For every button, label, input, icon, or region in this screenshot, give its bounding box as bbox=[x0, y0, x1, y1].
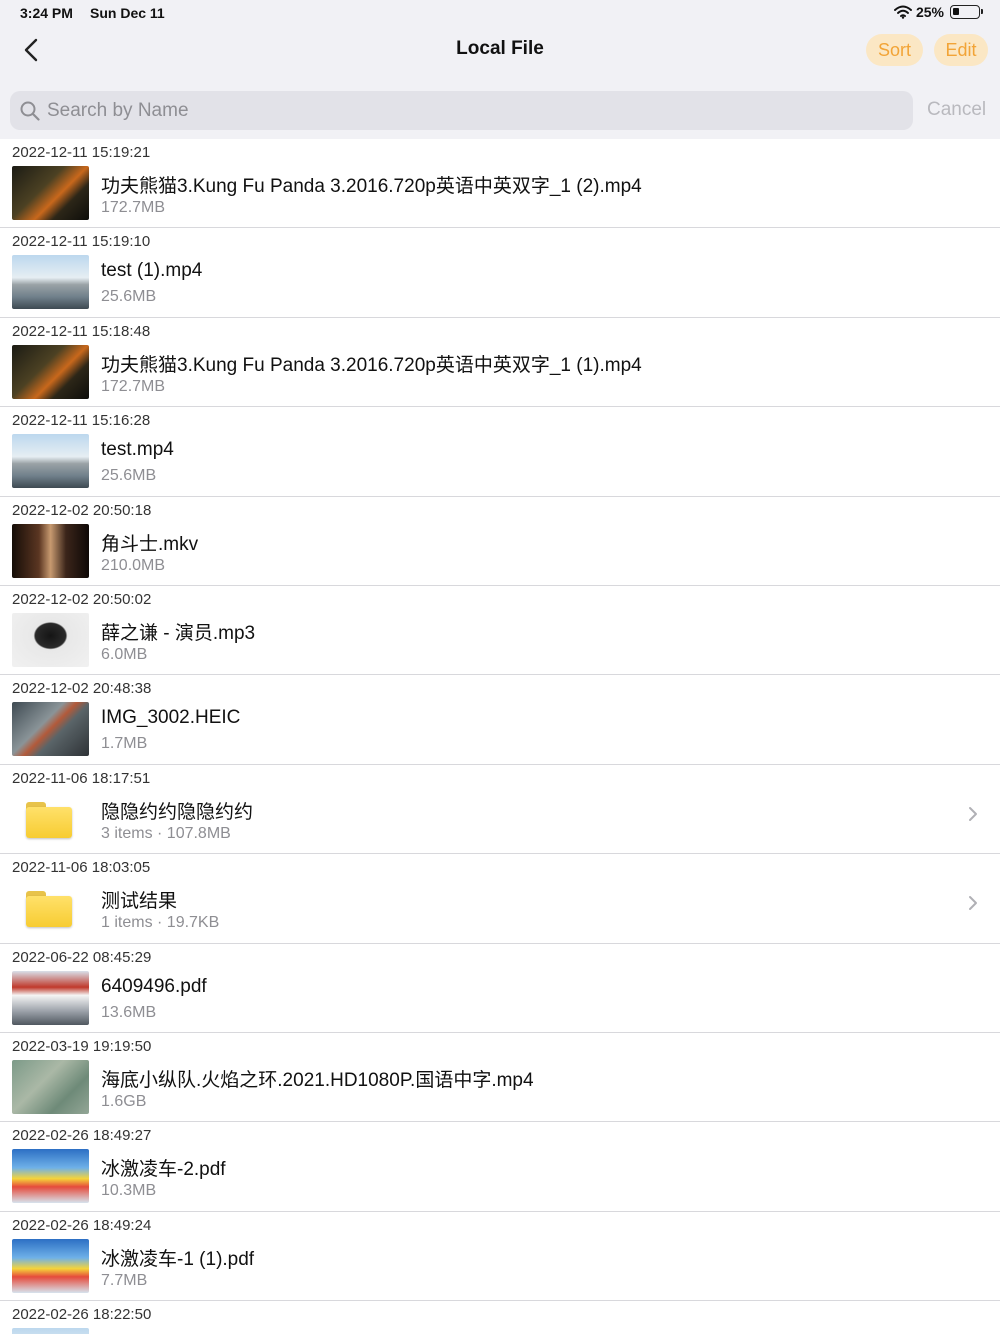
status-bar: 3:24 PM Sun Dec 11 25% bbox=[0, 4, 1000, 24]
file-row[interactable]: 2022-06-22 08:45:29 6409496.pdf 13.6MB bbox=[0, 944, 1000, 1033]
file-thumbnail bbox=[12, 970, 89, 1025]
status-time: 3:24 PM bbox=[20, 5, 73, 21]
status-right: 25% bbox=[893, 4, 983, 20]
folder-row[interactable]: 2022-11-06 18:17:51 隐隐约约隐隐约约 3 items · 107… bbox=[0, 765, 1000, 855]
item-name: 测试结果 bbox=[101, 891, 178, 913]
header-area: 3:24 PM Sun Dec 11 25% Local File Sort E… bbox=[0, 0, 1000, 139]
search-input[interactable]: Search by Name bbox=[10, 91, 913, 130]
item-timestamp: 2022-12-02 20:50:02 bbox=[12, 590, 152, 608]
file-row[interactable]: 2022-12-11 15:19:10 test (1).mp4 25.6MB bbox=[0, 228, 1000, 318]
search-placeholder: Search by Name bbox=[47, 100, 189, 121]
battery-fill bbox=[953, 8, 959, 15]
item-size: 6.0MB bbox=[101, 645, 148, 663]
file-row[interactable]: 2022-02-26 18:49:24 冰激凌车-1 (1).pdf 7.7MB bbox=[0, 1212, 1000, 1302]
item-name: 薛之谦 - 演员.mp3 bbox=[101, 622, 256, 644]
item-size: 13.6MB bbox=[101, 1003, 157, 1021]
item-size: 172.7MB bbox=[101, 377, 166, 395]
file-row[interactable]: 2022-12-11 15:16:28 test.mp4 25.6MB bbox=[0, 407, 1000, 497]
folder-body bbox=[26, 896, 72, 928]
item-size: 25.6MB bbox=[101, 288, 157, 306]
file-row[interactable]: 2022-03-19 19:19:50 海底小纵队.火焰之环.2021.HD108… bbox=[0, 1033, 1000, 1123]
item-name: 隐隐约约隐隐约约 bbox=[101, 801, 254, 823]
file-thumbnail bbox=[12, 166, 89, 220]
item-name: 6409496.pdf bbox=[101, 975, 207, 997]
item-timestamp: 2022-03-19 19:19:50 bbox=[12, 1037, 152, 1055]
item-timestamp: 2022-12-11 15:19:21 bbox=[12, 144, 151, 161]
item-size: 1 items · 19.7KB bbox=[101, 914, 220, 932]
item-name: test.mp4 bbox=[101, 439, 174, 461]
file-thumbnail bbox=[12, 1149, 89, 1204]
item-timestamp: 2022-12-02 20:48:38 bbox=[12, 680, 152, 698]
item-size: 172.7MB bbox=[101, 199, 166, 216]
file-thumbnail bbox=[12, 255, 89, 310]
folder-row[interactable]: 2022-11-06 18:03:05 测试结果 1 items · 19.7KB bbox=[0, 854, 1000, 944]
chevron-right-icon bbox=[969, 896, 977, 911]
file-row[interactable]: 2022-02-26 18:22:50 bbox=[0, 1301, 1000, 1334]
battery-icon bbox=[950, 5, 983, 19]
file-list: 2022-12-11 15:19:21 功夫熊猫3.Kung Fu Panda 3… bbox=[0, 139, 1000, 1334]
item-timestamp: 2022-11-06 18:03:05 bbox=[12, 859, 151, 877]
item-name: 冰激凌车-1 (1).pdf bbox=[101, 1248, 255, 1270]
file-thumbnail bbox=[12, 523, 89, 578]
file-thumbnail bbox=[12, 1238, 89, 1293]
item-timestamp: 2022-02-26 18:49:27 bbox=[12, 1127, 152, 1145]
sort-button[interactable]: Sort bbox=[866, 34, 923, 66]
file-thumbnail bbox=[12, 1059, 89, 1114]
status-date: Sun Dec 11 bbox=[90, 5, 165, 21]
item-size: 7.7MB bbox=[101, 1271, 148, 1289]
item-timestamp: 2022-02-26 18:22:50 bbox=[12, 1306, 152, 1324]
file-thumbnail bbox=[12, 612, 89, 667]
item-timestamp: 2022-12-11 15:16:28 bbox=[12, 412, 151, 430]
item-name: 角斗士.mkv bbox=[101, 533, 199, 555]
item-name: 冰激凌车-2.pdf bbox=[101, 1159, 226, 1181]
file-row[interactable]: 2022-12-02 20:50:02 薛之谦 - 演员.mp3 6.0MB bbox=[0, 586, 1000, 676]
file-row[interactable]: 2022-12-11 15:19:21 功夫熊猫3.Kung Fu Panda 3… bbox=[0, 139, 1000, 229]
folder-icon bbox=[26, 801, 72, 838]
navigation-bar: Local File Sort Edit bbox=[0, 26, 1000, 74]
wifi-icon bbox=[893, 5, 912, 19]
item-name: 功夫熊猫3.Kung Fu Panda 3.2016.720p英语中英双字_1 … bbox=[101, 354, 642, 376]
file-row[interactable]: 2022-02-26 18:49:27 冰激凌车-2.pdf 10.3MB bbox=[0, 1122, 1000, 1212]
folder-icon bbox=[26, 891, 72, 928]
file-row[interactable]: 2022-12-02 20:50:18 角斗士.mkv 210.0MB bbox=[0, 497, 1000, 586]
battery-percent: 25% bbox=[915, 4, 944, 20]
file-row[interactable]: 2022-12-02 20:48:38 IMG_3002.HEIC 1.7MB bbox=[0, 675, 1000, 765]
item-size: 3 items · 107.8MB bbox=[101, 824, 231, 842]
item-size: 210.0MB bbox=[101, 556, 166, 574]
item-name: 海底小纵队.火焰之环.2021.HD1080P.国语中字.mp4 bbox=[101, 1069, 534, 1091]
search-icon bbox=[20, 101, 40, 121]
item-size: 25.6MB bbox=[101, 467, 157, 485]
item-timestamp: 2022-12-11 15:19:10 bbox=[12, 233, 151, 251]
file-thumbnail bbox=[12, 702, 89, 757]
file-row[interactable]: 2022-12-11 15:18:48 功夫熊猫3.Kung Fu Panda 3… bbox=[0, 318, 1000, 408]
cancel-button[interactable]: Cancel bbox=[927, 99, 986, 121]
item-name: 功夫熊猫3.Kung Fu Panda 3.2016.720p英语中英双字_1 … bbox=[101, 176, 642, 197]
item-timestamp: 2022-02-26 18:49:24 bbox=[12, 1216, 152, 1234]
chevron-right-icon bbox=[969, 806, 977, 821]
item-timestamp: 2022-12-02 20:50:18 bbox=[12, 501, 152, 519]
item-timestamp: 2022-06-22 08:45:29 bbox=[12, 948, 152, 966]
item-name: test (1).mp4 bbox=[101, 260, 203, 282]
item-size: 1.7MB bbox=[101, 735, 148, 753]
edit-button[interactable]: Edit bbox=[934, 34, 988, 66]
item-timestamp: 2022-12-11 15:18:48 bbox=[12, 322, 151, 340]
item-size: 10.3MB bbox=[101, 1182, 157, 1200]
item-timestamp: 2022-11-06 18:17:51 bbox=[12, 769, 151, 787]
item-size: 1.6GB bbox=[101, 1092, 147, 1110]
item-name: IMG_3002.HEIC bbox=[101, 707, 241, 729]
file-thumbnail bbox=[12, 1328, 89, 1334]
folder-body bbox=[26, 806, 72, 838]
file-thumbnail bbox=[12, 434, 89, 489]
page-title: Local File bbox=[456, 38, 544, 59]
file-thumbnail bbox=[12, 344, 89, 399]
